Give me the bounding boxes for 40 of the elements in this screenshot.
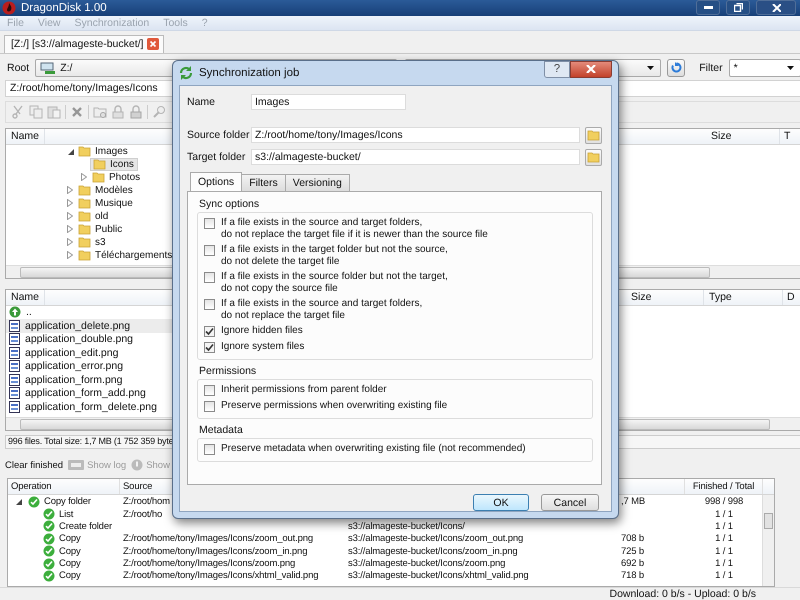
table-cell: List <box>59 508 74 520</box>
table-cell: 1 / 1 <box>715 570 733 582</box>
table-cell: Z:/root/home/tony/Images/Icons/xhtml_valid.png <box>123 570 318 582</box>
table-cell: Z:/root/ho <box>123 508 162 520</box>
status-text: Download: 0 b/s - Upload: 0 b/s <box>610 588 756 600</box>
table-cell: 708 b <box>621 533 644 544</box>
field-label: Source folder <box>187 129 250 141</box>
table-cell: Copy <box>59 546 81 557</box>
window-title: DragonDisk 1.00 <box>21 2 107 14</box>
table-cell: 1 / 1 <box>715 546 733 557</box>
table-cell: 1 / 1 <box>715 520 733 532</box>
table-cell: 1 / 1 <box>715 533 733 544</box>
table-cell: 725 b <box>621 546 644 557</box>
table-cell: s3://almageste-bucket/Icons/ <box>348 520 465 532</box>
table-cell: Copy <box>59 570 81 582</box>
group-title: Permissions <box>198 364 258 379</box>
group-title: Sync options <box>198 197 260 212</box>
table-cell: Z:/root/hom <box>123 496 170 508</box>
table-cell: Create folder <box>59 520 112 532</box>
table-cell: 1 / 1 <box>715 508 733 520</box>
table-cell: ,7 MB <box>621 496 646 508</box>
filter-label: Filter <box>698 62 723 74</box>
table-cell: Copy folder <box>44 496 91 508</box>
field-label: Target folder <box>187 151 246 163</box>
table-cell: 998 / 998 <box>704 496 744 508</box>
table-cell: Z:/root/home/tony/Images/Icons/zoom_out.png <box>123 533 313 544</box>
table-cell: s3://almageste-bucket/Icons/zoom.png <box>348 558 506 570</box>
root-label: Root <box>6 62 30 74</box>
table-cell: s3://almageste-bucket/Icons/zoom_out.png <box>348 533 524 544</box>
dialog-title: Synchronization job <box>199 67 300 79</box>
table-cell: 692 b <box>621 558 644 570</box>
table-cell: Copy <box>59 558 81 570</box>
table-cell: s3://almageste-bucket/Icons/xhtml_valid.png <box>348 570 528 582</box>
field-label: Name <box>187 96 216 108</box>
table-cell: Z:/root/home/tony/Images/Icons/zoom_in.png <box>123 546 308 557</box>
table-cell: 1 / 1 <box>715 558 733 570</box>
table-cell: Z:/root/home/tony/Images/Icons/zoom.png <box>123 558 296 570</box>
table-cell: s3://almageste-bucket/Icons/zoom_in.png <box>348 546 518 557</box>
table-cell: Copy <box>59 533 81 544</box>
table-cell: 718 b <box>621 570 644 582</box>
